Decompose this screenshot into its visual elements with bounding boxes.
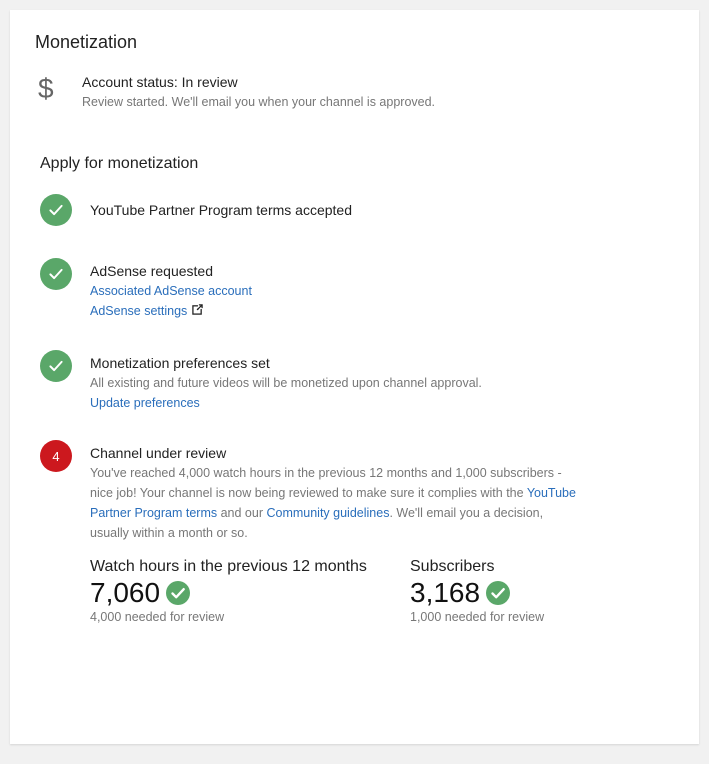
check-circle-icon xyxy=(486,581,511,605)
associated-adsense-account-link[interactable]: Associated AdSense account xyxy=(90,281,252,301)
account-status-subtitle: Review started. We'll email you when you… xyxy=(82,95,436,109)
subscribers-metric: Subscribers 3,168 1,000 needed for revie… xyxy=(410,558,544,624)
metric-value: 7,060 xyxy=(90,577,161,608)
check-circle-icon xyxy=(40,350,72,382)
update-preferences-link[interactable]: Update preferences xyxy=(90,393,200,413)
metric-needed: 4,000 needed for review xyxy=(90,610,225,624)
step-title: AdSense requested xyxy=(90,263,213,279)
check-circle-icon xyxy=(40,258,72,290)
step-title: YouTube Partner Program terms accepted xyxy=(90,202,352,218)
step-description: All existing and future videos will be m… xyxy=(90,376,482,390)
dollar-icon: $ xyxy=(38,73,54,104)
metric-needed: 1,000 needed for review xyxy=(410,610,545,624)
monetization-card: Monetization $ Account status: In review… xyxy=(10,10,699,744)
apply-section-title: Apply for monetization xyxy=(40,155,199,172)
community-guidelines-link[interactable]: Community guidelines xyxy=(266,506,389,520)
account-status: Account status: In review xyxy=(82,74,238,90)
page-title: Monetization xyxy=(35,32,138,52)
step-number-badge: 4 xyxy=(40,440,72,472)
check-circle-icon xyxy=(166,581,191,605)
adsense-settings-link[interactable]: AdSense settings xyxy=(90,301,187,321)
external-link-icon[interactable] xyxy=(192,302,204,320)
step-title: Monetization preferences set xyxy=(90,355,270,371)
step-description: You've reached 4,000 watch hours in the … xyxy=(90,466,576,540)
check-circle-icon xyxy=(40,194,72,226)
metric-label: Subscribers xyxy=(410,558,495,575)
metric-value: 3,168 xyxy=(410,577,481,608)
watch-hours-metric: Watch hours in the previous 12 months 7,… xyxy=(90,558,367,624)
metric-label: Watch hours in the previous 12 months xyxy=(90,558,367,575)
step-title: Channel under review xyxy=(90,445,227,461)
